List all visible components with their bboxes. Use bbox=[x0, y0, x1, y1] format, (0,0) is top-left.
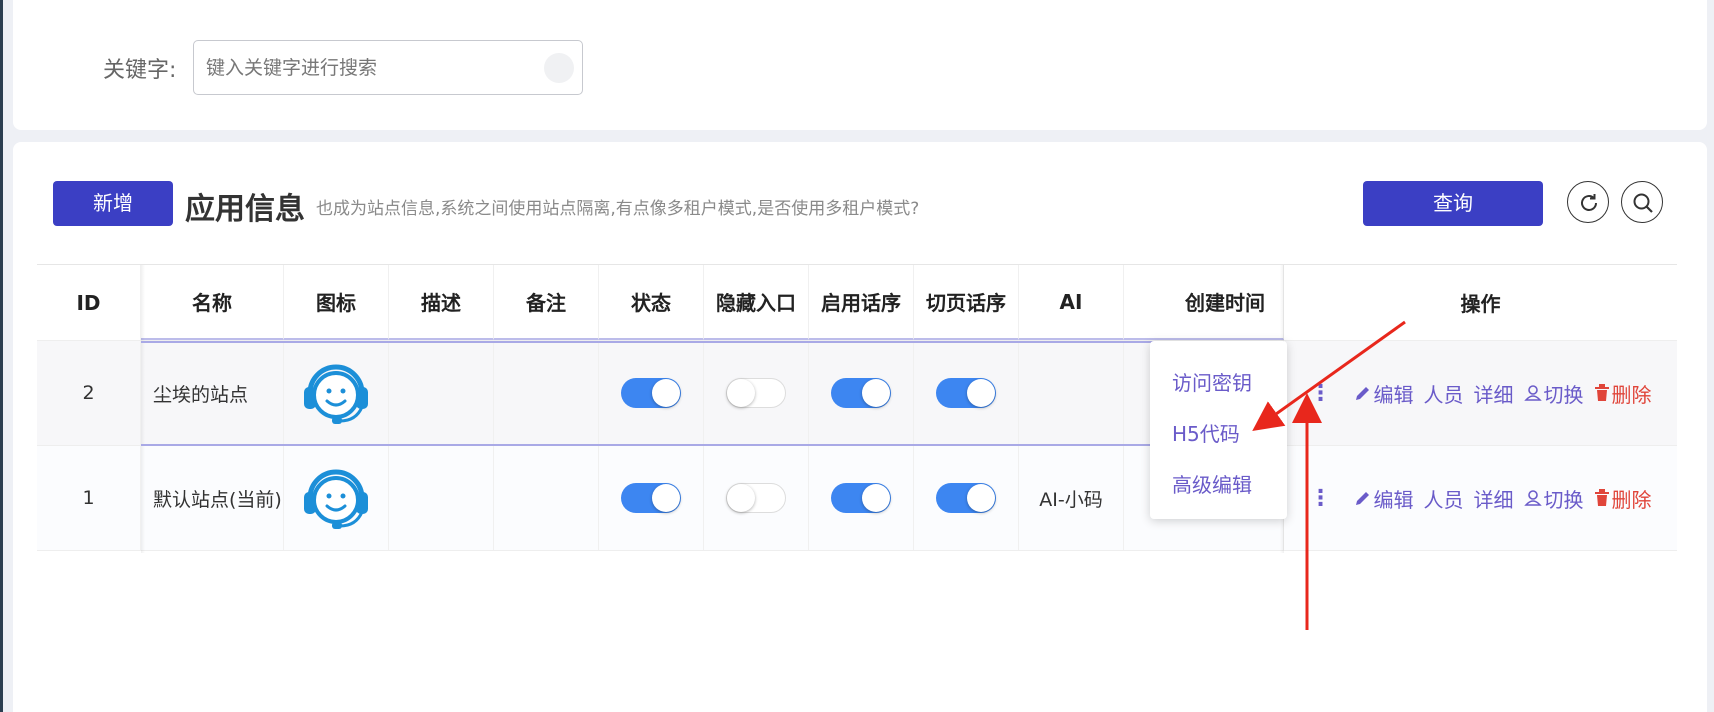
enable-script-toggle[interactable] bbox=[831, 378, 891, 408]
row-operations: ⋮ 编辑 人员 详细 切换 删除 bbox=[1284, 446, 1677, 550]
search-toggle-button[interactable] bbox=[1621, 181, 1663, 223]
row-id: 2 bbox=[37, 341, 141, 445]
row-ai: AI-小码 bbox=[1019, 446, 1124, 550]
row-desc bbox=[389, 446, 494, 550]
trash-icon bbox=[1594, 489, 1609, 506]
app-table: ID 名称 图标 描述 备注 状态 隐藏入口 启用话序 切页话序 AI 创建时间… bbox=[37, 264, 1677, 553]
header-enable-script: 启用话序 bbox=[809, 265, 914, 340]
frozen-column-shadow bbox=[141, 265, 145, 553]
header-page-script: 切页话序 bbox=[914, 265, 1019, 340]
hide-entry-toggle[interactable] bbox=[726, 378, 786, 408]
edit-button[interactable]: 编辑 bbox=[1354, 484, 1414, 513]
header-hide-entry: 隐藏入口 bbox=[704, 265, 809, 340]
user-icon bbox=[1523, 385, 1542, 401]
page-subtitle: 也成为站点信息,系统之间使用站点隔离,有点像多租户模式,是否使用多租户模式? bbox=[316, 199, 920, 219]
header-ai: AI bbox=[1019, 265, 1124, 340]
row-name: 默认站点(当前) bbox=[141, 446, 284, 550]
header-operations: 操作 bbox=[1460, 292, 1501, 316]
search-input[interactable] bbox=[194, 41, 534, 94]
header-desc: 描述 bbox=[389, 265, 494, 340]
magnifier-icon bbox=[1633, 193, 1653, 213]
delete-button[interactable]: 删除 bbox=[1594, 379, 1652, 408]
delete-button[interactable]: 删除 bbox=[1594, 484, 1652, 513]
edit-button[interactable]: 编辑 bbox=[1354, 379, 1414, 408]
left-edge bbox=[0, 0, 3, 712]
menu-item-h5-code[interactable]: H5代码 bbox=[1172, 418, 1240, 447]
page-script-toggle-cell bbox=[914, 341, 1019, 445]
table-row[interactable]: 2 尘埃的站点 ⋮ 编辑 人员 详细 切换 删除 bbox=[37, 341, 1677, 446]
status-toggle[interactable] bbox=[621, 483, 681, 513]
row-operations: ⋮ 编辑 人员 详细 切换 删除 bbox=[1284, 341, 1677, 445]
header-note: 备注 bbox=[494, 265, 599, 340]
status-toggle-cell bbox=[599, 341, 704, 445]
detail-button[interactable]: 详细 bbox=[1474, 379, 1514, 408]
trash-icon bbox=[1594, 384, 1609, 401]
refresh-button[interactable] bbox=[1567, 181, 1609, 223]
headset-avatar-icon bbox=[284, 341, 389, 445]
user-icon bbox=[1523, 490, 1542, 506]
header-status: 状态 bbox=[599, 265, 704, 340]
page-title: 应用信息 bbox=[185, 192, 305, 227]
refresh-icon bbox=[1581, 194, 1597, 211]
row-name: 尘埃的站点 bbox=[141, 341, 284, 445]
clear-icon[interactable] bbox=[544, 53, 574, 83]
menu-item-access-key[interactable]: 访问密钥 bbox=[1172, 367, 1252, 396]
menu-item-advanced-edit[interactable]: 高级编辑 bbox=[1172, 469, 1252, 498]
row-desc bbox=[389, 341, 494, 445]
search-panel: 关键字: bbox=[13, 0, 1707, 130]
table-header: ID 名称 图标 描述 备注 状态 隐藏入口 启用话序 切页话序 AI 创建时间… bbox=[37, 265, 1677, 341]
switch-button[interactable]: 切换 bbox=[1523, 484, 1584, 513]
search-label: 关键字: bbox=[103, 58, 177, 83]
page-script-toggle-cell bbox=[914, 446, 1019, 550]
enable-script-toggle[interactable] bbox=[831, 483, 891, 513]
page-script-toggle[interactable] bbox=[936, 483, 996, 513]
hide-entry-toggle-cell bbox=[704, 341, 809, 445]
more-dropdown-menu: 访问密钥 H5代码 高级编辑 bbox=[1150, 341, 1287, 519]
pencil-icon bbox=[1355, 492, 1369, 505]
hide-entry-toggle-cell bbox=[704, 446, 809, 550]
query-button[interactable]: 查询 bbox=[1363, 181, 1543, 226]
header-id: ID bbox=[37, 265, 141, 340]
header-name: 名称 bbox=[141, 265, 284, 340]
more-menu-button[interactable]: ⋮ bbox=[1310, 486, 1332, 511]
headset-avatar-icon bbox=[284, 446, 389, 550]
row-ai bbox=[1019, 341, 1124, 445]
row-note bbox=[494, 446, 599, 550]
row-note bbox=[494, 341, 599, 445]
search-box[interactable] bbox=[193, 40, 583, 95]
people-button[interactable]: 人员 bbox=[1424, 379, 1464, 408]
header-icon: 图标 bbox=[284, 265, 389, 340]
status-toggle-cell bbox=[599, 446, 704, 550]
header-created-time: 创建时间 bbox=[1124, 265, 1284, 340]
status-toggle[interactable] bbox=[621, 378, 681, 408]
add-button[interactable]: 新增 bbox=[53, 181, 173, 226]
row-id: 1 bbox=[37, 446, 141, 550]
pencil-icon bbox=[1355, 387, 1369, 400]
detail-button[interactable]: 详细 bbox=[1474, 484, 1514, 513]
people-button[interactable]: 人员 bbox=[1424, 484, 1464, 513]
switch-button[interactable]: 切换 bbox=[1523, 379, 1584, 408]
enable-script-toggle-cell bbox=[809, 446, 914, 550]
more-menu-button[interactable]: ⋮ bbox=[1310, 381, 1332, 406]
hide-entry-toggle[interactable] bbox=[726, 483, 786, 513]
main-panel: 新增 应用信息 也成为站点信息,系统之间使用站点隔离,有点像多租户模式,是否使用… bbox=[13, 142, 1707, 712]
page-script-toggle[interactable] bbox=[936, 378, 996, 408]
table-row[interactable]: 1 默认站点(当前) AI-小码 ⋮ 编辑 人员 详细 切换 删除 bbox=[37, 446, 1677, 551]
enable-script-toggle-cell bbox=[809, 341, 914, 445]
